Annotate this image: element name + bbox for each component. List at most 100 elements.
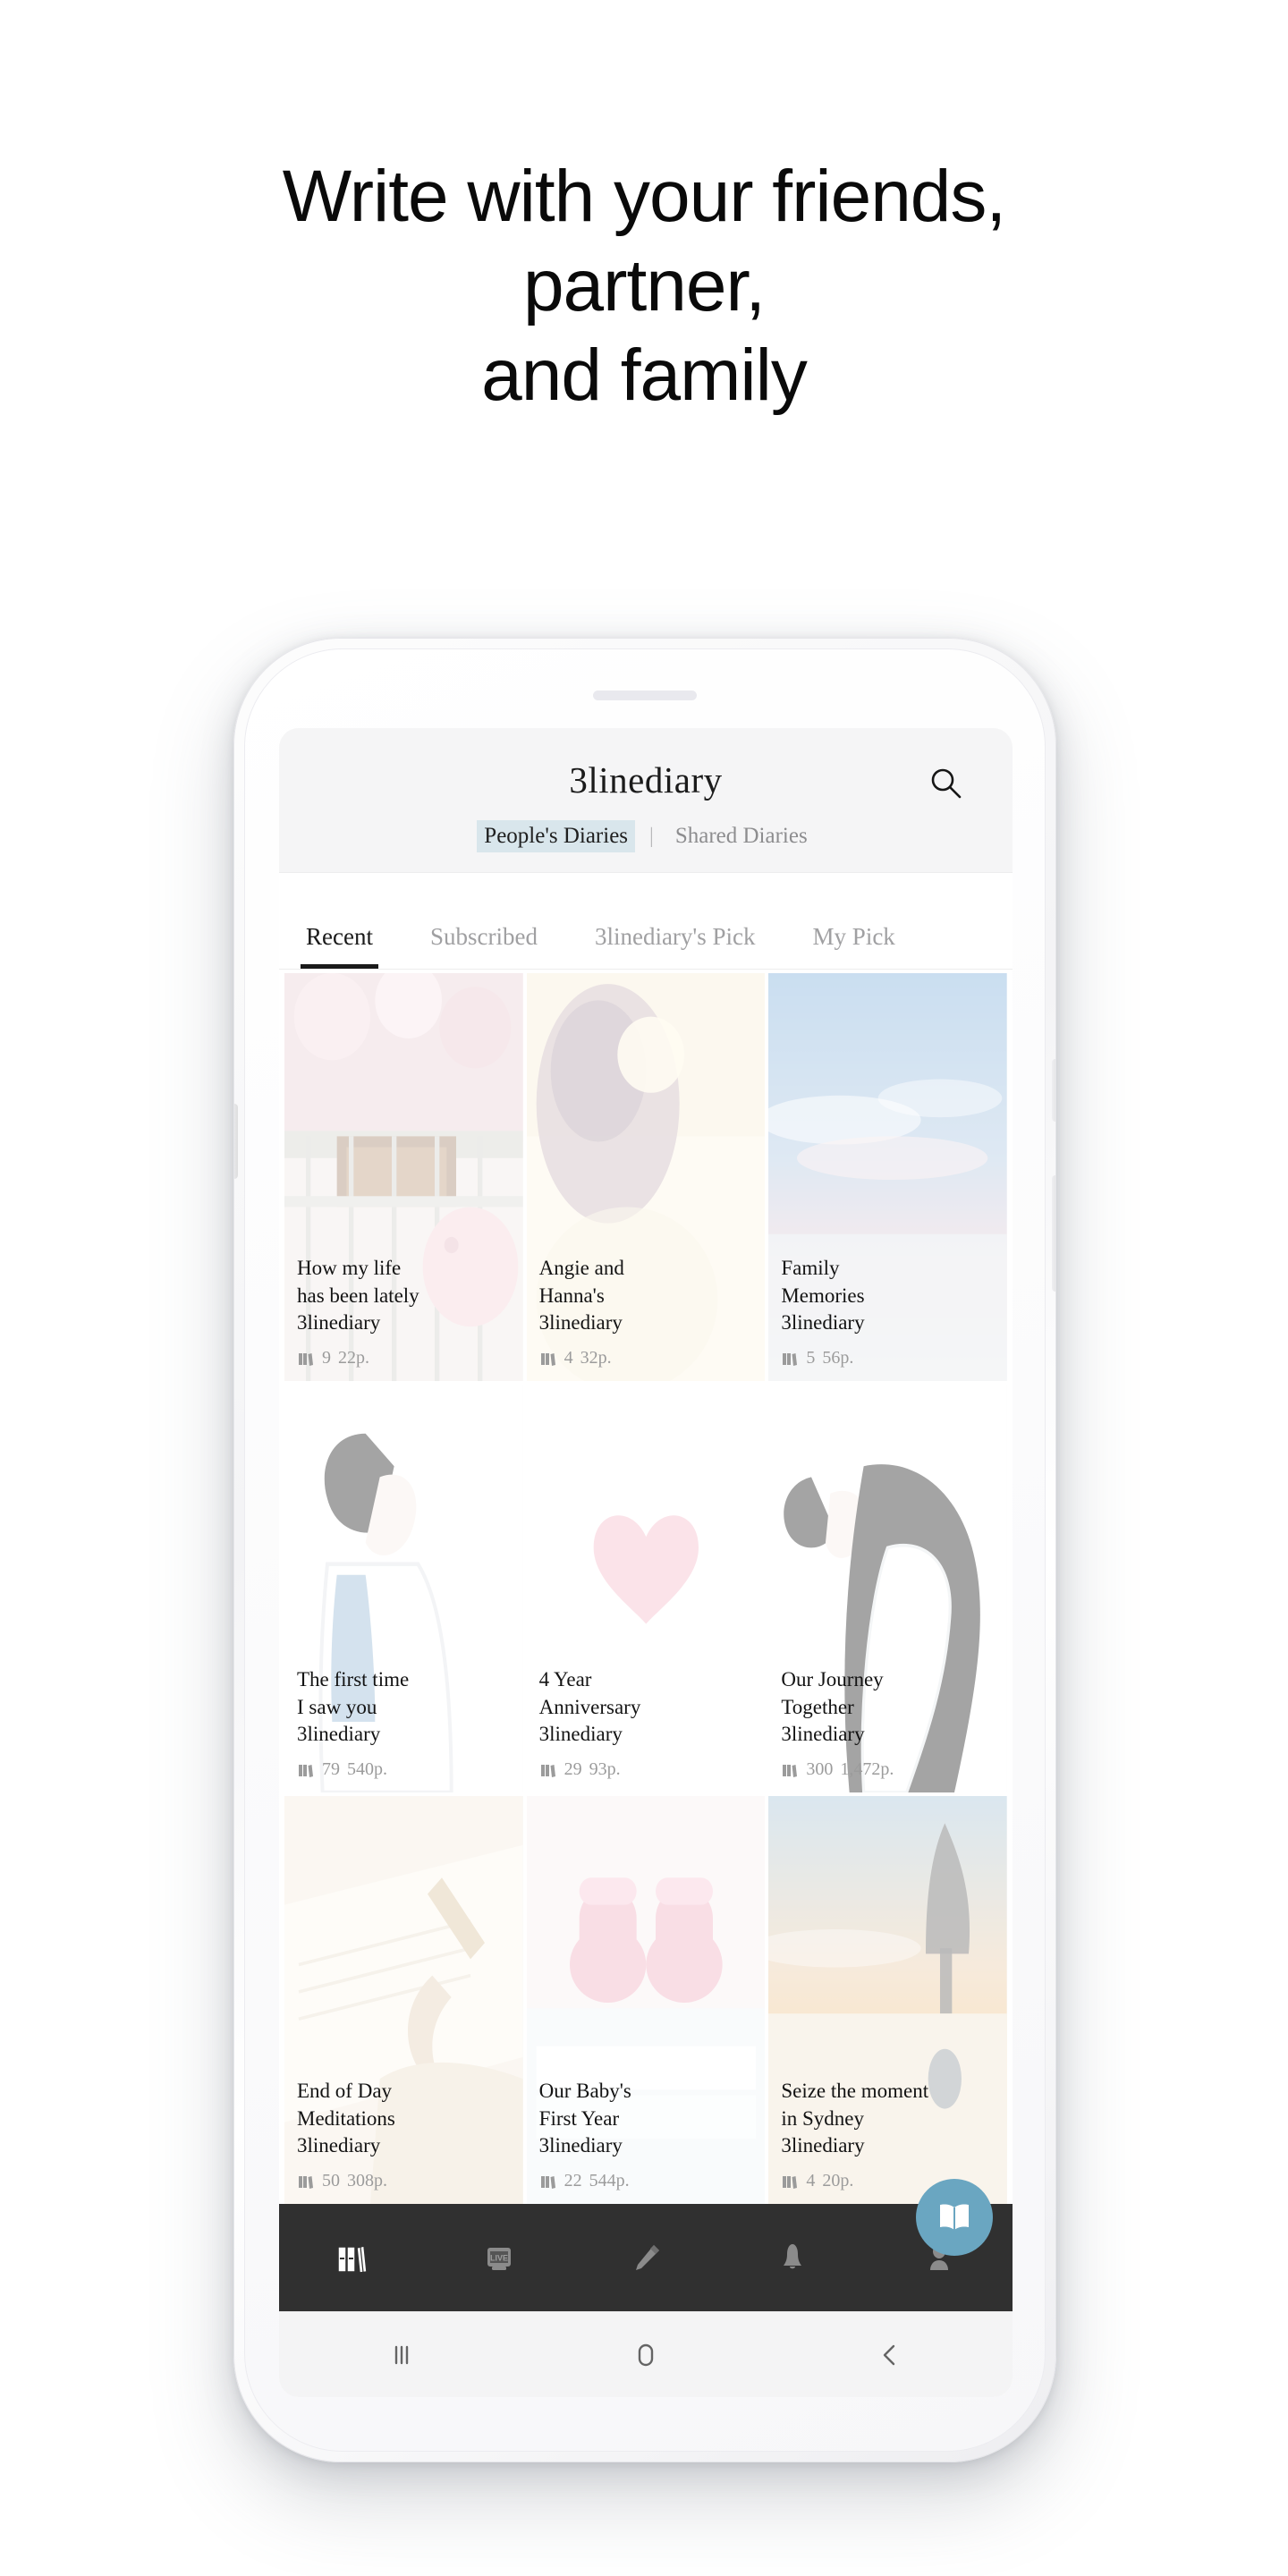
card-meta: 9 22p. (297, 1348, 514, 1368)
card-title-line-2: Hanna's (538, 1284, 605, 1307)
phone-mockup: 3linediary People's Diaries | Shared Dia… (217, 611, 1072, 2489)
bell-icon (784, 2244, 801, 2269)
card-content: Angie and Hanna's 3linediary 4 32p. (539, 1255, 757, 1368)
search-icon (931, 768, 962, 799)
diary-card[interactable]: How my life has been lately 3linediary 9 (284, 973, 523, 1381)
subnav: People's Diaries | Shared Diaries (279, 822, 1013, 851)
system-back-button[interactable] (768, 2335, 1013, 2375)
card-meta: 79 540p. (297, 1759, 514, 1780)
card-content: Family Memories 3linediary 5 56p. (781, 1255, 998, 1368)
card-subscriber-count: 29 (564, 1759, 582, 1779)
svg-text:LIVE: LIVE (490, 2254, 508, 2263)
tab-recent[interactable]: Recent (301, 923, 378, 969)
card-page-count: 1,472p. (840, 1759, 894, 1779)
live-icon: LIVE (487, 2248, 511, 2270)
nav-item-notifications[interactable] (719, 2236, 866, 2279)
card-author: 3linediary (781, 2134, 865, 2157)
card-title-line-1: Angie and (538, 1257, 624, 1280)
card-page-count: 32p. (580, 1348, 612, 1368)
card-author: 3linediary (297, 1723, 381, 1746)
diary-grid: How my life has been lately 3linediary 9 (279, 970, 1013, 2204)
phone-side-button-right-bottom (1052, 1175, 1055, 1292)
diary-card[interactable]: 4 Year Anniversary 3linediary 29 93p. (526, 1385, 766, 1792)
card-subscriber-count: 4 (564, 1348, 573, 1368)
open-book-icon (940, 2204, 969, 2230)
card-meta: 22 544p. (539, 2171, 757, 2191)
card-page-count: 20p. (822, 2171, 854, 2190)
page-title: Write with your friends, partner, and fa… (0, 152, 1288, 420)
card-title-line-1: Family (781, 1257, 840, 1280)
card-page-count: 540p. (347, 1759, 387, 1779)
card-meta: 29 93p. (539, 1759, 757, 1780)
tab-3linediarys-pick[interactable]: 3linediary's Pick (595, 923, 756, 969)
card-subscriber-count: 50 (322, 2171, 340, 2190)
nav-item-write[interactable] (572, 2236, 719, 2279)
pencil-icon (636, 2245, 659, 2270)
card-content: 4 Year Anniversary 3linediary 29 93p. (539, 1666, 757, 1780)
diary-card[interactable]: Family Memories 3linediary 5 56p. (768, 973, 1007, 1381)
search-button[interactable] (919, 757, 973, 810)
card-content: Seize the moment in Sydney 3linediary 4 (781, 2078, 998, 2191)
card-author: 3linediary (538, 2134, 623, 2157)
card-content: How my life has been lately 3linediary 9 (297, 1255, 514, 1368)
diary-card[interactable]: Angie and Hanna's 3linediary 4 32p. (526, 973, 766, 1381)
diary-card[interactable]: End of Day Meditations 3linediary 50 308… (284, 1796, 523, 2204)
subnav-item-peoples-diaries[interactable]: People's Diaries (479, 822, 634, 851)
bottom-navigation: LIVE (279, 2204, 1013, 2311)
headline-line-1: Write with your friends, (282, 156, 1006, 237)
subnav-separator: | (649, 824, 654, 848)
app-header: 3linediary People's Diaries | Shared Dia… (279, 728, 1013, 873)
card-page-count: 56p. (822, 1348, 854, 1368)
card-meta: 50 308p. (297, 2171, 514, 2191)
tab-my-pick[interactable]: My Pick (813, 923, 895, 969)
phone-side-button-left (234, 1104, 238, 1179)
card-content: Our Journey Together 3linediary 300 1,47… (781, 1666, 998, 1780)
card-title-line-2: Meditations (297, 2106, 395, 2130)
card-subscriber-count: 22 (564, 2171, 582, 2190)
system-recents-button[interactable] (279, 2335, 523, 2375)
card-subscriber-count: 9 (322, 1348, 331, 1368)
diary-card[interactable]: Our Baby's First Year 3linediary 22 544p… (526, 1796, 766, 2204)
card-content: The first time I saw you 3linediary 79 5… (297, 1666, 514, 1780)
books-icon (299, 1352, 313, 1366)
card-content: Our Baby's First Year 3linediary 22 544p… (539, 2078, 757, 2191)
card-title-line-1: 4 Year (538, 1668, 592, 1691)
card-title-line-1: End of Day (297, 2080, 393, 2103)
diary-card[interactable]: The first time I saw you 3linediary 79 5… (284, 1385, 523, 1792)
card-subscriber-count: 4 (806, 2171, 816, 2190)
books-icon (540, 2175, 555, 2189)
tab-bar: Recent Subscribed 3linediary's Pick My P… (279, 873, 1013, 970)
card-title-line-1: Our Journey (781, 1668, 884, 1691)
card-content: End of Day Meditations 3linediary 50 308… (297, 2078, 514, 2191)
card-author: 3linediary (781, 1723, 865, 1746)
card-title-line-2: Anniversary (538, 1695, 641, 1718)
books-icon (540, 1352, 555, 1366)
card-page-count: 22p. (338, 1348, 369, 1368)
card-page-count: 93p. (589, 1759, 621, 1779)
tab-subscribed[interactable]: Subscribed (430, 923, 538, 969)
subnav-item-shared-diaries[interactable]: Shared Diaries (670, 822, 813, 851)
card-title-line-1: Seize the moment (781, 2080, 929, 2103)
books-icon (299, 2175, 313, 2189)
card-author: 3linediary (538, 1723, 623, 1746)
card-meta: 5 56p. (781, 1348, 998, 1368)
card-subscriber-count: 79 (322, 1759, 340, 1779)
card-title-line-1: How my life (297, 1257, 402, 1280)
card-title-line-2: in Sydney (781, 2106, 864, 2130)
card-title-line-2: has been lately (297, 1284, 419, 1307)
card-author: 3linediary (297, 2134, 381, 2157)
card-title-line-2: I saw you (297, 1695, 377, 1718)
books-icon (540, 1764, 555, 1777)
phone-body: 3linediary People's Diaries | Shared Dia… (233, 638, 1056, 2462)
nav-item-live[interactable]: LIVE (426, 2236, 572, 2279)
diary-card[interactable]: Seize the moment in Sydney 3linediary 4 (768, 1796, 1007, 2204)
diary-card[interactable]: Our Journey Together 3linediary 300 1,47… (768, 1385, 1007, 1792)
system-home-button[interactable] (523, 2335, 767, 2375)
create-diary-fab[interactable] (916, 2179, 993, 2256)
back-icon (884, 2344, 895, 2365)
card-author: 3linediary (781, 1311, 865, 1335)
nav-item-diaries[interactable] (279, 2236, 426, 2279)
card-title-line-2: Memories (781, 1284, 865, 1307)
books-icon (783, 1352, 798, 1366)
card-author: 3linediary (538, 1311, 623, 1335)
